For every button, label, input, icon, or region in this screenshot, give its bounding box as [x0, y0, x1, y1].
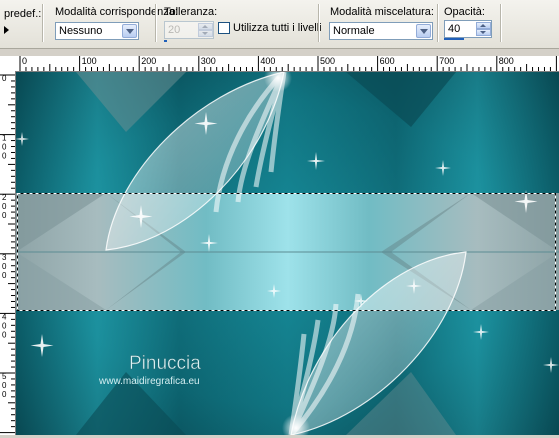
chevron-down-icon[interactable]: [122, 24, 137, 38]
ruler-label: 3: [2, 253, 7, 262]
ruler-label: 0: [2, 330, 7, 339]
ruler-label: 0: [2, 381, 7, 390]
opacity-input[interactable]: 40: [444, 20, 492, 38]
blend-mode-value: Normale: [333, 25, 375, 37]
match-mode-label: Modalità corrispondenza:: [55, 6, 178, 18]
toolbar-separator: [155, 4, 157, 42]
vertical-ruler[interactable]: 0100200300400500: [0, 71, 16, 435]
ruler-label: 0: [2, 202, 7, 211]
opacity-slider[interactable]: [444, 38, 464, 40]
watermark-name: Pinuccia: [129, 353, 201, 374]
blend-mode-select[interactable]: Normale: [329, 22, 433, 40]
toolbar-separator: [318, 4, 320, 42]
image-canvas[interactable]: Pinuccia www.maidiregrafica.eu: [15, 64, 559, 438]
ruler-label: 1: [2, 134, 7, 143]
preset-label: predef.:: [4, 8, 42, 20]
opacity-value: 40: [448, 23, 461, 35]
ruler-label: 400: [260, 56, 275, 66]
tolerance-label: Tolleranza:: [164, 6, 218, 18]
use-all-layers-label: Utilizza tutti i livelli: [233, 22, 322, 34]
ruler-label: 800: [499, 56, 514, 66]
ruler-label: 500: [320, 56, 335, 66]
ruler-label: 600: [380, 56, 395, 66]
opacity-label: Opacità:: [444, 6, 485, 18]
vertical-ruler-scale: 0100200300400500: [0, 74, 15, 434]
ruler-label: 0: [2, 271, 7, 280]
ruler-label: 300: [201, 56, 216, 66]
ruler-label: 200: [141, 56, 156, 66]
use-all-layers-checkbox[interactable]: [218, 22, 230, 34]
tolerance-slider[interactable]: [164, 40, 167, 42]
ruler-label: 4: [2, 312, 7, 321]
tolerance-value: 20: [168, 24, 181, 36]
ruler-label: 5: [2, 372, 7, 381]
ruler-label: 0: [2, 390, 7, 399]
canvas-artwork: Pinuccia www.maidiregrafica.eu: [15, 64, 559, 438]
ruler-label: 700: [439, 56, 454, 66]
ruler-label: 0: [2, 321, 7, 330]
ruler-corner: [0, 56, 16, 72]
toolbar-separator: [437, 4, 439, 42]
ruler-label: 0: [2, 74, 7, 83]
ruler-label: 0: [2, 262, 7, 271]
toolbar-separator: [42, 4, 44, 42]
match-mode-value: Nessuno: [59, 25, 103, 37]
ruler-label: 100: [82, 56, 97, 66]
blend-mode-label: Modalità miscelatura:: [330, 6, 434, 18]
horizontal-ruler[interactable]: 0 100 200 300 400 500 600 700 800: [15, 56, 559, 72]
ruler-label: 2: [2, 193, 7, 202]
horizontal-ruler-scale: 0 100 200 300 400 500 600 700 800: [19, 56, 557, 71]
ruler-label: 0: [2, 152, 7, 161]
tolerance-input[interactable]: 20: [164, 21, 214, 39]
opacity-spinner[interactable]: [476, 22, 491, 36]
match-mode-select[interactable]: Nessuno: [55, 22, 139, 40]
tool-options-bar: predef.: Modalità corrispondenza: Nessun…: [0, 0, 559, 49]
toolbar-separator: [500, 4, 502, 42]
ruler-label: 0: [2, 211, 7, 220]
tolerance-spinner[interactable]: [198, 23, 213, 37]
watermark-url: www.maidiregrafica.eu: [98, 376, 200, 387]
ruler-label: 0: [2, 143, 7, 152]
chevron-down-icon[interactable]: [416, 24, 431, 38]
ruler-label: 0: [22, 56, 27, 66]
preset-dropdown-arrow-icon[interactable]: [4, 26, 9, 34]
